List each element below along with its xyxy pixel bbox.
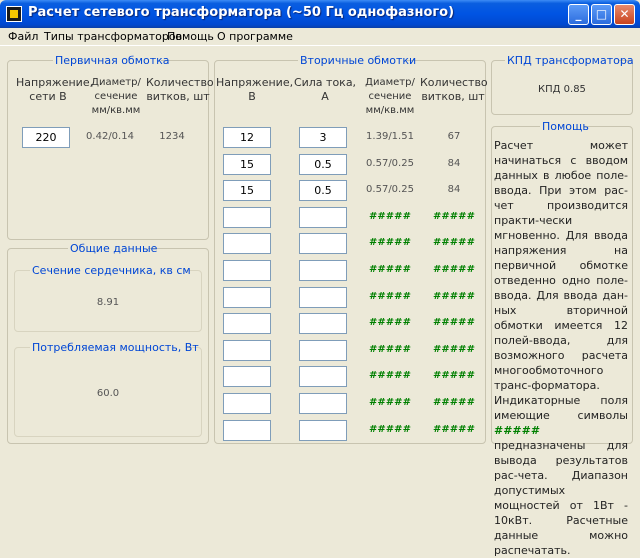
menu-transformer-types[interactable]: Типы трансформаторов (44, 30, 182, 43)
primary-turns-value: 1234 (159, 131, 185, 142)
maximize-button[interactable]: □ (591, 4, 612, 25)
primary-turns-label: Количество витков, шт (146, 76, 214, 103)
title-bar[interactable]: Расчет сетевого трансформатора (~50 Гц о… (0, 0, 640, 28)
primary-voltage-label: Напряжение, сети В (16, 76, 94, 103)
help-title: Помощь (540, 120, 589, 133)
menu-bar: Файл Типы трансформаторов Помощь О прогр… (0, 28, 640, 46)
secondary-turns-value: ##### (433, 370, 475, 381)
secondary-turns-value: ##### (433, 211, 475, 222)
secondary-current-label: Сила тока, А (293, 76, 357, 103)
primary-voltage-input[interactable]: 220 (22, 127, 70, 148)
secondary-voltage-input[interactable] (223, 420, 271, 441)
secondary-voltage-input[interactable] (223, 207, 271, 228)
secondary-diameter-value: ##### (369, 264, 411, 275)
secondary-turns-value: 84 (447, 158, 461, 169)
secondary-voltage-input[interactable]: 15 (223, 154, 271, 175)
help-text-hash: ##### (494, 424, 541, 437)
secondary-turns-value: ##### (433, 317, 475, 328)
secondary-voltage-label: Напряжение, В (216, 76, 294, 103)
secondary-turns-value: ##### (433, 397, 475, 408)
secondary-current-input[interactable]: 0.5 (299, 154, 347, 175)
secondary-voltage-input[interactable]: 12 (223, 127, 271, 148)
help-text-part2: предназначены для вывода результатов рас… (494, 439, 628, 557)
secondary-turns-value: ##### (433, 264, 475, 275)
secondary-current-input[interactable] (299, 340, 347, 361)
secondary-current-input[interactable] (299, 207, 347, 228)
primary-diameter-label: Диаметр/ сечение мм/кв.мм (91, 77, 141, 116)
secondary-turns-value: 67 (447, 131, 461, 142)
secondary-current-input[interactable]: 0.5 (299, 180, 347, 201)
efficiency-title: КПД трансформатора (505, 54, 634, 67)
secondary-current-input[interactable] (299, 233, 347, 254)
secondary-voltage-input[interactable] (223, 233, 271, 254)
secondary-diameter-value: 1.39/1.51 (366, 131, 414, 142)
secondary-diameter-value: ##### (369, 317, 411, 328)
primary-winding-title: Первичная обмотка (53, 54, 170, 67)
menu-file[interactable]: Файл (8, 30, 38, 43)
secondary-current-input[interactable] (299, 313, 347, 334)
primary-diameter-value: 0.42/0.14 (86, 131, 134, 142)
menu-help[interactable]: Помощь (167, 30, 214, 43)
help-text: Расчет может начинаться с вводом данных … (494, 138, 628, 558)
efficiency-value: КПД 0.85 (538, 84, 586, 95)
core-section-title: Сечение сердечника, кв см (30, 264, 191, 277)
secondary-diameter-value: ##### (369, 370, 411, 381)
secondary-diameter-value: ##### (369, 344, 411, 355)
power-value: 60.0 (96, 388, 120, 399)
secondary-turns-value: 84 (447, 184, 461, 195)
secondary-diameter-value: ##### (369, 424, 411, 435)
secondary-diameter-value: ##### (369, 211, 411, 222)
secondary-turns-value: ##### (433, 237, 475, 248)
secondary-diameter-value: 0.57/0.25 (366, 184, 414, 195)
secondary-current-input[interactable] (299, 260, 347, 281)
help-text-part1: Расчет может начинаться с вводом данных … (494, 139, 628, 422)
secondary-current-input[interactable] (299, 366, 347, 387)
secondary-diameter-value: 0.57/0.25 (366, 158, 414, 169)
secondary-voltage-input[interactable] (223, 313, 271, 334)
secondary-voltage-input[interactable] (223, 393, 271, 414)
minimize-button[interactable]: _ (568, 4, 589, 25)
secondary-current-input[interactable] (299, 420, 347, 441)
secondary-voltage-input[interactable] (223, 260, 271, 281)
main-window: Расчет сетевого трансформатора (~50 Гц о… (0, 0, 640, 557)
secondary-diameter-value: ##### (369, 397, 411, 408)
menu-about[interactable]: О программе (217, 30, 293, 43)
secondary-diameter-value: ##### (369, 291, 411, 302)
secondary-turns-label: Количество витков, шт (420, 76, 488, 103)
secondary-turns-value: ##### (433, 291, 475, 302)
secondary-voltage-input[interactable] (223, 287, 271, 308)
secondary-voltage-input[interactable] (223, 340, 271, 361)
secondary-diameter-label: Диаметр/ сечение мм/кв.мм (365, 77, 415, 116)
secondary-turns-value: ##### (433, 424, 475, 435)
close-button[interactable]: ✕ (614, 4, 635, 25)
secondary-voltage-input[interactable]: 15 (223, 180, 271, 201)
secondary-current-input[interactable] (299, 393, 347, 414)
secondary-current-input[interactable]: 3 (299, 127, 347, 148)
secondary-diameter-value: ##### (369, 237, 411, 248)
secondary-turns-value: ##### (433, 344, 475, 355)
secondary-current-input[interactable] (299, 287, 347, 308)
core-section-value: 8.91 (96, 297, 120, 308)
general-data-title: Общие данные (68, 242, 158, 255)
app-icon[interactable] (6, 6, 22, 22)
power-title: Потребляемая мощность, Вт (30, 341, 199, 354)
secondary-windings-title: Вторичные обмотки (298, 54, 417, 67)
secondary-voltage-input[interactable] (223, 366, 271, 387)
window-title: Расчет сетевого трансформатора (~50 Гц о… (28, 5, 455, 20)
